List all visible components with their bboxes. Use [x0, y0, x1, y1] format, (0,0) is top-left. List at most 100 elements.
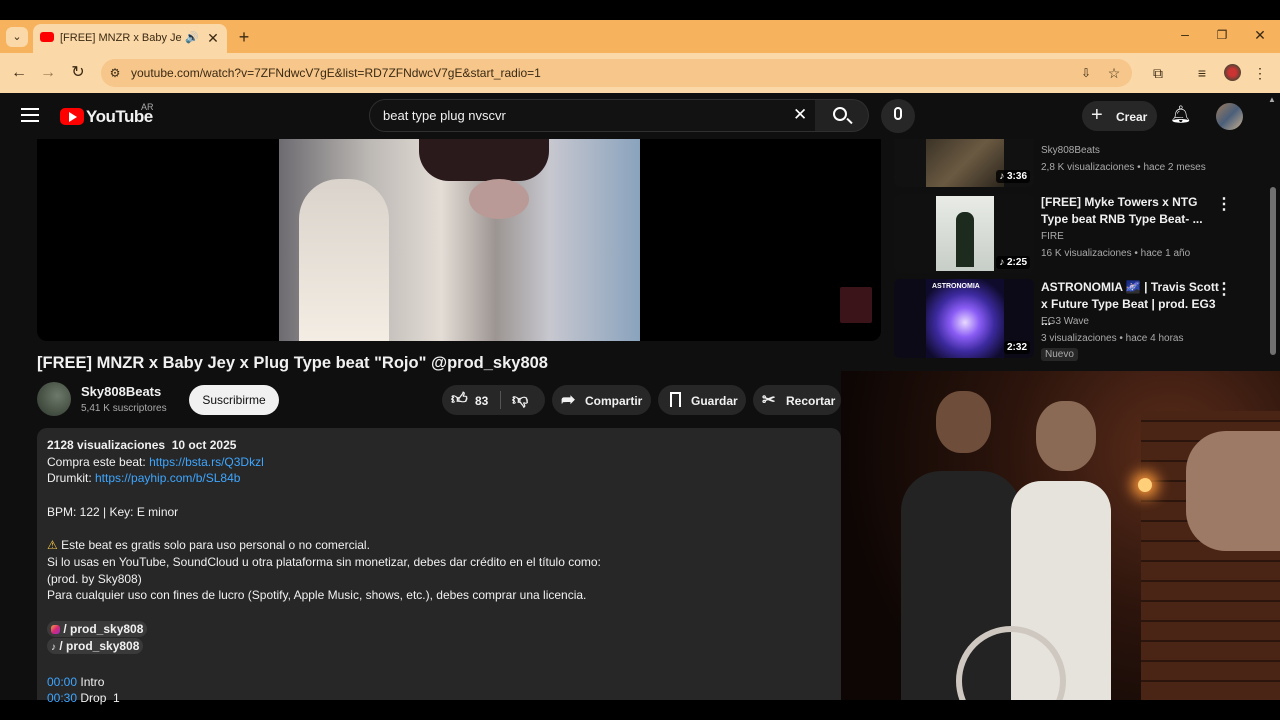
music-icon: ♪: [999, 257, 1005, 268]
share-label: Compartir: [585, 394, 643, 408]
person-right-arm: [1186, 431, 1280, 551]
webcam-overlay: [841, 371, 1280, 700]
related-thumbnail[interactable]: ♪ 2:25: [894, 194, 1034, 273]
install-app-icon[interactable]: ⇩: [1077, 63, 1095, 83]
site-settings-icon[interactable]: ⚙: [107, 63, 123, 83]
timestamp-1[interactable]: 00:00: [47, 675, 77, 689]
buy-label: Compra este beat:: [47, 454, 150, 469]
sidebar-scrollbar[interactable]: [1270, 187, 1276, 355]
video-frame: [279, 139, 640, 341]
browser-tab[interactable]: [FREE] MNZR x Baby Jey x P 🔊 ✕: [33, 24, 227, 53]
related-channel[interactable]: EG3 Wave: [1041, 314, 1089, 329]
more-options-icon[interactable]: ⋮: [1216, 279, 1232, 299]
share-button[interactable]: ➦ Compartir: [552, 385, 651, 415]
microphone-icon: [894, 107, 902, 120]
drumkit-link[interactable]: https://payhip.com/b/SL84b: [95, 471, 240, 485]
instagram-handle: / prod_sky808: [63, 621, 144, 636]
view-stats: 2128 visualizaciones 10 oct 2025: [47, 438, 237, 452]
timestamp-2[interactable]: 00:30: [47, 691, 77, 705]
account-avatar[interactable]: [1216, 103, 1243, 130]
channel-watermark[interactable]: [840, 287, 872, 323]
warning-text: Este beat es gratis solo para uso person…: [61, 538, 370, 553]
duration-badge: ♪ 2:25: [996, 256, 1030, 269]
related-title[interactable]: [FREE] Myke Towers x NTG Type beat RNB T…: [1041, 194, 1221, 228]
profile-avatar-icon[interactable]: [1224, 64, 1241, 81]
new-tab-button[interactable]: +: [234, 27, 254, 47]
channel-name[interactable]: Sky808Beats: [81, 384, 161, 399]
browser-menu-icon[interactable]: ⋮: [1252, 63, 1268, 83]
extensions-icon[interactable]: ⧉: [1148, 63, 1168, 83]
search-icon: [833, 107, 847, 121]
warning-icon: ⚠: [47, 538, 62, 553]
tiktok-handle: / prod_sky808: [59, 639, 140, 654]
forward-icon[interactable]: →: [38, 63, 58, 83]
duration-badge: ♪ 3:36: [996, 170, 1030, 183]
reload-icon[interactable]: ↻: [68, 63, 88, 83]
bookmark-icon: [670, 392, 681, 407]
like-dislike-group: 👍︎ 83 👎︎: [442, 385, 545, 415]
duration-badge: 2:32: [1003, 341, 1030, 354]
video-player[interactable]: [37, 139, 881, 341]
window-restore-icon[interactable]: ❐: [1212, 25, 1232, 45]
instagram-chip[interactable]: / prod_sky808: [47, 620, 148, 637]
channel-avatar[interactable]: [37, 382, 71, 416]
search-box[interactable]: beat type plug nvscvr ✕: [369, 99, 816, 132]
tab-search-button[interactable]: ⌄: [6, 27, 28, 47]
search-input[interactable]: beat type plug nvscvr: [383, 108, 506, 123]
clear-search-icon[interactable]: ✕: [793, 105, 807, 125]
description-box[interactable]: 2128 visualizaciones 10 oct 2025 Compra …: [37, 428, 841, 705]
more-options-icon[interactable]: ⋮: [1216, 194, 1232, 214]
share-icon: ➦: [561, 390, 576, 409]
thumbs-up-icon: 👍︎: [451, 391, 468, 408]
country-code: AR: [141, 102, 154, 112]
tiktok-icon: ♪: [51, 642, 56, 654]
youtube-play-icon: [60, 108, 84, 125]
search-button[interactable]: [815, 99, 869, 132]
save-button[interactable]: Guardar: [658, 385, 746, 415]
related-channel[interactable]: FIRE: [1041, 229, 1064, 244]
tiktok-chip[interactable]: ♪ / prod_sky808: [47, 638, 144, 655]
related-thumbnail[interactable]: ♪ 3:36: [894, 139, 1034, 187]
related-item[interactable]: ♪ 3:36 Sky808Beats 2,8 K visualizaciones…: [894, 139, 1254, 187]
buy-link[interactable]: https://bsta.rs/Q3Dkzl: [149, 455, 264, 469]
create-button[interactable]: + Crear: [1082, 101, 1157, 131]
related-item[interactable]: ASTRONOMIA 2:32 ASTRONOMIA 🌌 | Travis Sc…: [894, 279, 1254, 361]
timestamp-2-label: Drop 1: [77, 691, 120, 706]
related-meta: 16 K visualizaciones • hace 1 año: [1041, 248, 1191, 259]
media-controls-icon[interactable]: ≡: [1192, 63, 1212, 83]
create-label: Crear: [1116, 110, 1148, 124]
scissors-icon: ✂: [762, 392, 776, 409]
subscribe-button[interactable]: Suscribirme: [189, 385, 279, 415]
related-item[interactable]: ♪ 2:25 [FREE] Myke Towers x NTG Type bea…: [894, 194, 1254, 273]
dislike-button[interactable]: 👎︎: [501, 385, 545, 415]
window-close-icon[interactable]: ✕: [1250, 25, 1270, 45]
subscriber-count: 5,41 K suscriptores: [81, 403, 167, 414]
clip-label: Recortar: [786, 394, 836, 408]
window-minimize-icon[interactable]: –: [1175, 24, 1195, 44]
thumbnail-text: ASTRONOMIA: [932, 283, 980, 290]
music-icon: ♪: [999, 171, 1005, 182]
related-channel[interactable]: Sky808Beats: [1041, 143, 1100, 158]
menu-icon[interactable]: [21, 108, 39, 122]
drumkit-label: Drumkit:: [47, 471, 95, 486]
scroll-up-arrow-icon[interactable]: ▲: [1268, 95, 1278, 104]
related-meta: 3 visualizaciones • hace 4 horas: [1041, 333, 1184, 344]
like-button[interactable]: 👍︎ 83: [442, 385, 500, 415]
notifications-bell-icon[interactable]: 🔔︎: [1170, 105, 1192, 127]
voice-search-button[interactable]: [881, 99, 915, 133]
back-icon[interactable]: ←: [9, 63, 29, 83]
instagram-icon: [51, 624, 60, 634]
url-text[interactable]: youtube.com/watch?v=7ZFNdwcV7gE&list=RD7…: [131, 66, 541, 80]
related-thumbnail[interactable]: ASTRONOMIA 2:32: [894, 279, 1034, 358]
speaker-icon[interactable]: 🔊: [184, 28, 200, 48]
tab-title: [FREE] MNZR x Baby Jey x P: [60, 32, 182, 44]
clip-button[interactable]: ✂ Recortar: [753, 385, 841, 415]
tab-close-icon[interactable]: ✕: [205, 28, 221, 48]
bookmark-star-icon[interactable]: ☆: [1105, 63, 1123, 83]
like-count: 83: [475, 394, 489, 408]
related-meta: 2,8 K visualizaciones • hace 2 meses: [1041, 162, 1206, 173]
omnibox[interactable]: ⚙ youtube.com/watch?v=7ZFNdwcV7gE&list=R…: [101, 59, 1132, 87]
timestamp-1-label: Intro: [77, 674, 105, 689]
thumbs-down-icon: 👎︎: [512, 392, 529, 409]
credit-example: (prod. by Sky808): [47, 571, 142, 586]
